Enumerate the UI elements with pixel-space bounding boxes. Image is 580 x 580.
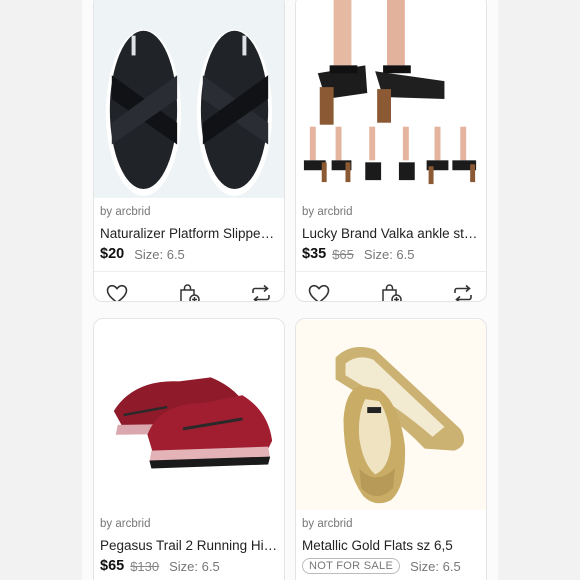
listings-stage: by arcbrid Naturalizer Platform Slipper … <box>82 0 498 580</box>
slide-sandals-image <box>94 0 284 198</box>
listing-actions <box>296 271 486 301</box>
ankle-strap-heels-image <box>296 0 486 198</box>
seller-name[interactable]: by arcbrid <box>94 511 284 536</box>
listing-title[interactable]: Naturalizer Platform Slipper Sandals <box>94 224 284 243</box>
not-for-sale-badge: NOT FOR SALE <box>302 558 401 574</box>
listing-size: Size: 6.5 <box>410 558 461 574</box>
listing-title[interactable]: Metallic Gold Flats sz 6,5 <box>296 536 486 555</box>
listing-actions <box>94 271 284 301</box>
listing-card[interactable]: by arcbrid Lucky Brand Valka ankle strap… <box>295 0 487 302</box>
running-shoes-image <box>94 320 284 510</box>
listing-price: $20 <box>100 246 125 262</box>
heart-icon[interactable] <box>306 281 332 301</box>
seller-name[interactable]: by arcbrid <box>296 511 486 536</box>
listing-card[interactable]: by arcbrid Naturalizer Platform Slipper … <box>93 0 285 302</box>
price-line: $20 Size: 6.5 <box>94 243 284 265</box>
listing-image[interactable] <box>94 0 284 199</box>
seller-name[interactable]: by arcbrid <box>94 199 284 224</box>
listing-original-price: $65 <box>332 246 354 262</box>
listing-price: $65 <box>100 558 125 574</box>
price-line: $65 $130 Size: 6.5 <box>94 555 284 577</box>
heart-icon[interactable] <box>104 281 130 301</box>
listing-price: $35 <box>302 246 327 262</box>
listing-image[interactable] <box>296 0 486 199</box>
share-repeat-icon[interactable] <box>450 281 476 301</box>
listing-card[interactable]: by arcbrid Metallic Gold Flats sz 6,5 NO… <box>295 318 487 580</box>
price-line: $35 $65 Size: 6.5 <box>296 243 486 265</box>
shopping-bag-plus-icon[interactable] <box>378 281 404 301</box>
listing-image[interactable] <box>94 319 284 511</box>
listing-size: Size: 6.5 <box>363 246 415 262</box>
shopping-bag-plus-icon[interactable] <box>176 281 202 301</box>
listing-title[interactable]: Lucky Brand Valka ankle strap heels <box>296 224 486 243</box>
gold-flats-image <box>296 320 486 510</box>
listing-card[interactable]: by arcbrid Pegasus Trail 2 Running Hikin… <box>93 318 285 580</box>
seller-name[interactable]: by arcbrid <box>296 199 486 224</box>
listing-size: Size: 6.5 <box>134 246 185 262</box>
listing-title[interactable]: Pegasus Trail 2 Running Hiking Shoes <box>94 536 284 555</box>
share-repeat-icon[interactable] <box>248 281 274 301</box>
listing-grid: by arcbrid Naturalizer Platform Slipper … <box>82 0 498 580</box>
listing-original-price: $130 <box>130 558 160 574</box>
listing-size: Size: 6.5 <box>169 558 220 574</box>
listing-image[interactable] <box>296 319 486 511</box>
price-line: NOT FOR SALE Size: 6.5 <box>296 555 486 577</box>
